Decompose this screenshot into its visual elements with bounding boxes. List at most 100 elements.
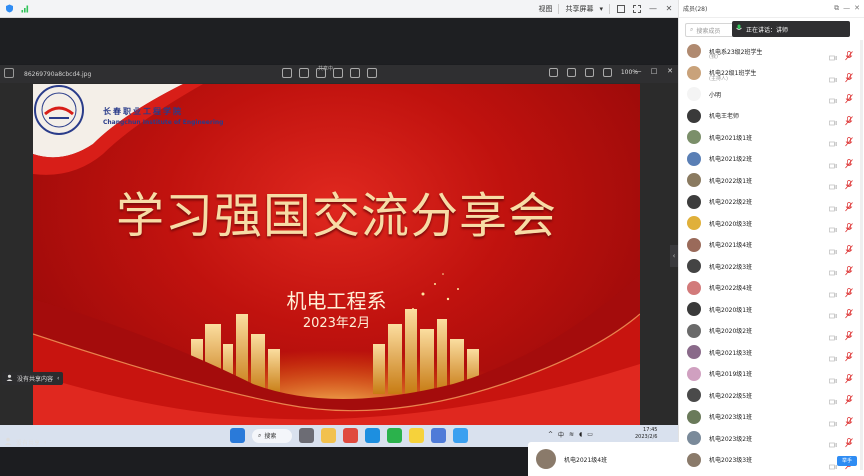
camera-off-icon[interactable]: [829, 348, 837, 362]
mic-muted-icon[interactable]: [845, 433, 853, 448]
system-clock[interactable]: 17:45 2023/2/6: [635, 427, 657, 441]
camera-off-icon[interactable]: [829, 413, 837, 426]
edit-icon[interactable]: [282, 68, 292, 78]
layout-icon[interactable]: [616, 4, 626, 14]
scrollbar[interactable]: [860, 40, 863, 470]
camera-off-icon[interactable]: [829, 112, 837, 125]
battery-icon[interactable]: ▭: [587, 431, 593, 438]
participant-row[interactable]: 机电2023级1班: [679, 406, 864, 428]
more-icon[interactable]: [367, 68, 377, 78]
mic-muted-icon[interactable]: [845, 218, 853, 233]
minimize-icon[interactable]: —: [843, 4, 850, 13]
signal-icon[interactable]: [20, 4, 30, 14]
zoom-in-icon[interactable]: [602, 68, 612, 77]
popout-icon[interactable]: ⧉: [834, 4, 839, 13]
participant-row[interactable]: 机电2019级1班: [679, 363, 864, 385]
mic-muted-icon[interactable]: [845, 175, 853, 190]
mic-muted-icon[interactable]: [845, 89, 853, 104]
camera-off-icon[interactable]: [829, 434, 837, 448]
heart-icon[interactable]: [333, 68, 343, 78]
camera-off-icon[interactable]: [829, 284, 837, 297]
maximize-icon[interactable]: □: [646, 65, 662, 77]
camera-off-icon[interactable]: [829, 370, 837, 383]
file-explorer-icon[interactable]: [321, 428, 336, 443]
mic-muted-icon[interactable]: [845, 390, 853, 405]
taskbar-search[interactable]: ⌕ 搜索: [252, 428, 292, 443]
camera-off-icon[interactable]: [829, 456, 837, 469]
delete-icon[interactable]: [316, 68, 326, 78]
info-icon[interactable]: [350, 68, 360, 78]
mic-muted-icon[interactable]: [845, 412, 853, 426]
raise-hand-button[interactable]: 举手: [837, 456, 857, 466]
participant-row[interactable]: 机电2022级4班: [679, 277, 864, 299]
app-icon[interactable]: [409, 428, 424, 443]
camera-off-icon[interactable]: [829, 219, 837, 233]
collapse-panel-button[interactable]: ‹: [670, 245, 678, 267]
participant-row[interactable]: 机电2022级2班: [679, 191, 864, 213]
participant-row[interactable]: 机电2020级2班: [679, 320, 864, 342]
share-status-pill[interactable]: 没有共享内容 ‹: [2, 372, 64, 385]
input-language[interactable]: 中: [558, 430, 564, 439]
mic-muted-icon[interactable]: [845, 369, 853, 383]
participant-row[interactable]: 机电2021级3班: [679, 341, 864, 363]
close-icon[interactable]: ✕: [664, 4, 674, 14]
participant-row[interactable]: 机电2022级1班: [679, 169, 864, 191]
participant-row[interactable]: 机电2021级2班: [679, 148, 864, 170]
shield-icon[interactable]: [4, 4, 14, 14]
mic-muted-icon[interactable]: [845, 111, 853, 125]
camera-off-icon[interactable]: [829, 241, 837, 254]
expand-icon[interactable]: [548, 68, 558, 77]
photos-icon[interactable]: [431, 428, 446, 443]
close-icon[interactable]: ✕: [662, 65, 678, 77]
windows-start-icon[interactable]: [230, 428, 245, 443]
mic-muted-icon[interactable]: [845, 240, 853, 254]
volume-icon[interactable]: ◖: [579, 431, 582, 438]
edge-icon[interactable]: [365, 428, 380, 443]
view-button[interactable]: 视图: [538, 4, 552, 14]
browser-icon[interactable]: [343, 428, 358, 443]
camera-off-icon[interactable]: [829, 47, 837, 61]
participant-row[interactable]: 机电2021级4班: [679, 234, 864, 256]
camera-off-icon[interactable]: [829, 176, 837, 190]
camera-off-icon[interactable]: [829, 327, 837, 340]
mic-muted-icon[interactable]: [845, 283, 853, 297]
mic-muted-icon[interactable]: [845, 46, 853, 61]
mic-muted-icon[interactable]: [845, 304, 853, 319]
fullscreen-icon[interactable]: [632, 4, 642, 14]
minimize-icon[interactable]: —: [630, 65, 646, 77]
camera-off-icon[interactable]: [829, 262, 837, 276]
participant-row[interactable]: 机电22级1班学生 (主持人): [679, 62, 864, 84]
fit-icon[interactable]: [566, 68, 576, 77]
mic-muted-icon[interactable]: [845, 326, 853, 340]
chevron-left-icon[interactable]: ‹: [57, 375, 59, 382]
participant-row[interactable]: 小明: [679, 83, 864, 105]
camera-off-icon[interactable]: [829, 90, 837, 104]
meeting-app-icon[interactable]: [453, 428, 468, 443]
camera-off-icon[interactable]: [829, 305, 837, 319]
mic-muted-icon[interactable]: [845, 68, 853, 82]
wifi-icon[interactable]: ≋: [569, 431, 574, 438]
mic-muted-icon[interactable]: [845, 197, 853, 211]
rotate-icon[interactable]: [299, 68, 309, 78]
chevron-down-icon[interactable]: ▾: [599, 5, 603, 13]
mic-muted-icon[interactable]: [845, 261, 853, 276]
participant-row[interactable]: 机电2021级1班: [679, 126, 864, 148]
share-screen-button[interactable]: 共享屏幕: [565, 4, 593, 14]
close-icon[interactable]: ✕: [854, 4, 860, 13]
participant-row[interactable]: 机电2020级1班: [679, 298, 864, 320]
participant-row[interactable]: 机电2022级5班: [679, 384, 864, 406]
self-video-card[interactable]: 机电2021级4班: [528, 442, 680, 476]
camera-off-icon[interactable]: [829, 198, 837, 211]
participant-row[interactable]: 机电2023级2班: [679, 427, 864, 449]
zoom-out-icon[interactable]: [584, 68, 594, 77]
mic-muted-icon[interactable]: [845, 132, 853, 147]
minimize-icon[interactable]: —: [648, 4, 658, 14]
participant-row[interactable]: 机电2020级3班: [679, 212, 864, 234]
camera-off-icon[interactable]: [829, 155, 837, 168]
chevron-up-icon[interactable]: ^: [548, 431, 553, 438]
mic-muted-icon[interactable]: [845, 347, 853, 362]
camera-off-icon[interactable]: [829, 69, 837, 82]
share-status-bottom[interactable]: 没有共享 ‹: [4, 437, 46, 447]
participant-row[interactable]: 机电系23级2班学生 (我): [679, 40, 864, 62]
chevron-left-icon[interactable]: ‹: [44, 439, 46, 446]
